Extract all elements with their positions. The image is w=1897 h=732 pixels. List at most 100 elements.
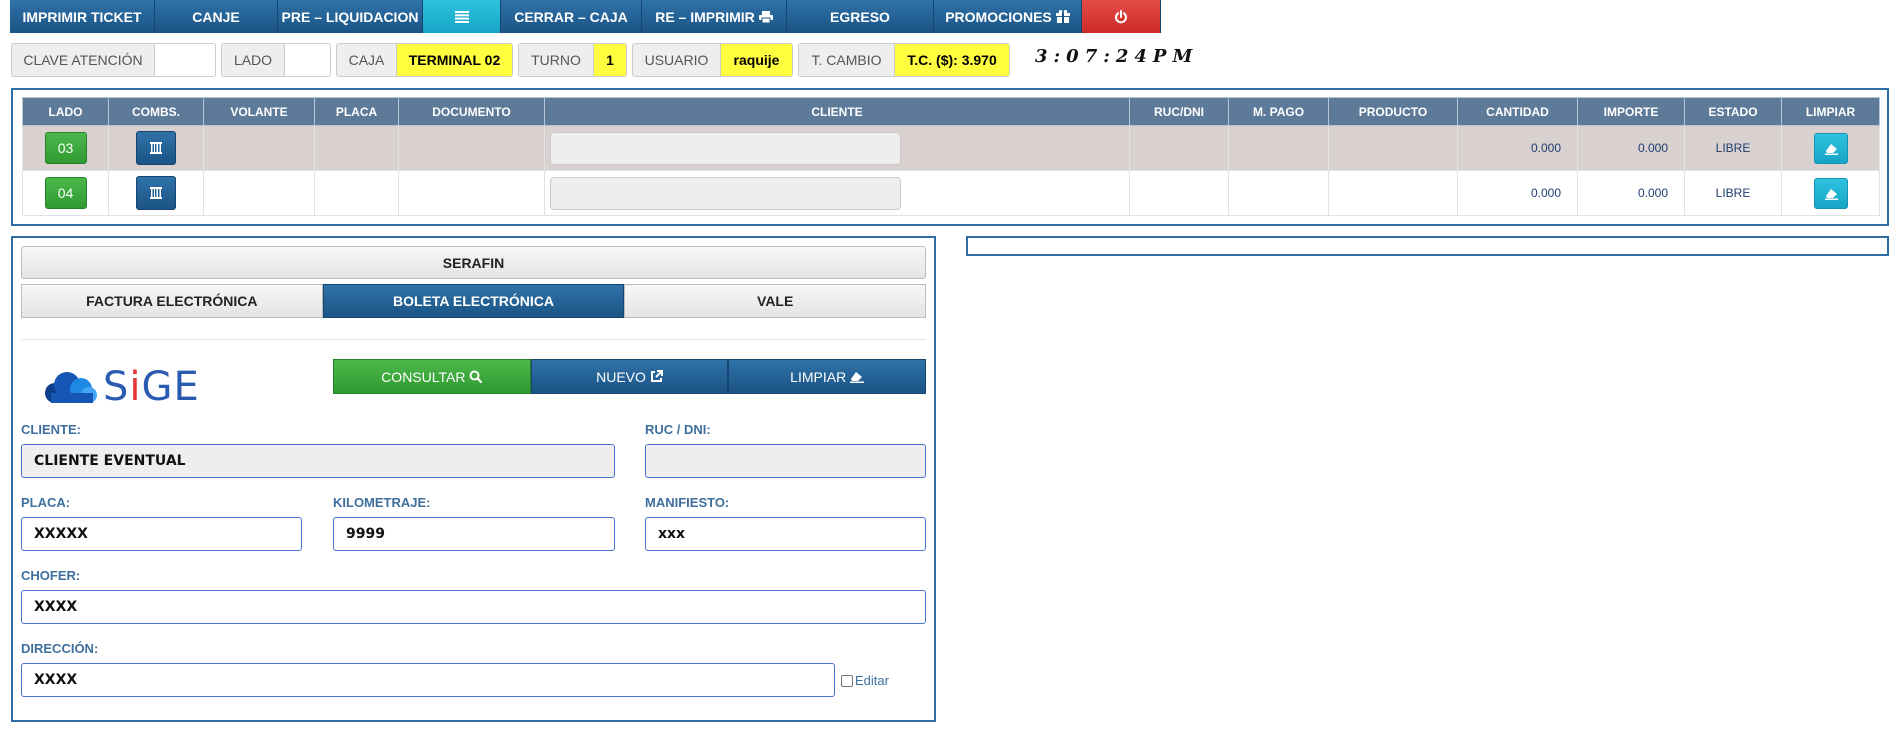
nuevo-button[interactable]: NUEVO bbox=[530, 359, 729, 394]
limpiar-button[interactable]: LIMPIAR bbox=[728, 359, 927, 394]
pumps-header-row: LADO COMBS. VOLANTE PLACA DOCUMENTO CLIE… bbox=[22, 97, 1880, 126]
sale-form-panel: SERAFIN FACTURA ELECTRÓNICA BOLETA ELECT… bbox=[11, 236, 936, 722]
top-menu: IMPRIMIR TICKET CANJE PRE – LIQUIDACION … bbox=[10, 0, 1161, 33]
cerrar-caja-button[interactable]: CERRAR – CAJA bbox=[501, 0, 642, 33]
caja-group: CAJA TERMINAL 02 bbox=[336, 43, 513, 77]
placa-cell bbox=[314, 125, 399, 171]
manifiesto-label: MANIFIESTO: bbox=[645, 495, 730, 510]
pre-liquidacion-button[interactable]: PRE – LIQUIDACION bbox=[278, 0, 423, 33]
tab-factura-electronica[interactable]: FACTURA ELECTRÓNICA bbox=[21, 284, 323, 318]
producto-cell bbox=[1328, 125, 1458, 171]
lado-03-button[interactable]: 03 bbox=[44, 132, 87, 164]
cloud-logo-icon bbox=[45, 372, 97, 403]
turno-value: 1 bbox=[594, 44, 626, 76]
col-combs: COMBS. bbox=[108, 97, 204, 126]
power-button[interactable] bbox=[1082, 0, 1161, 33]
volante-cell bbox=[203, 125, 315, 171]
direccion-field[interactable]: XXXX bbox=[21, 663, 835, 697]
col-estado: ESTADO bbox=[1684, 97, 1782, 126]
sige-logo: SiGE bbox=[41, 364, 200, 410]
pumps-panel: LADO COMBS. VOLANTE PLACA DOCUMENTO CLIE… bbox=[11, 88, 1889, 226]
clave-atencion-group: CLAVE ATENCIÓN bbox=[11, 43, 216, 77]
usuario-value: raquije bbox=[721, 44, 792, 76]
m-pago-cell bbox=[1228, 125, 1329, 171]
chofer-field[interactable]: XXXX bbox=[21, 590, 926, 624]
manifiesto-field[interactable]: xxx bbox=[645, 517, 926, 551]
clave-atencion-input[interactable] bbox=[155, 44, 215, 76]
usuario-group: USUARIO raquije bbox=[632, 43, 793, 77]
producto-cell bbox=[1328, 170, 1458, 216]
cliente-field[interactable]: CLIENTE EVENTUAL bbox=[21, 444, 615, 478]
turno-label: TURNO bbox=[519, 44, 594, 76]
cliente-label: CLIENTE: bbox=[21, 422, 81, 437]
col-ruc-dni: RUC/DNI bbox=[1129, 97, 1229, 126]
lado-04-button[interactable]: 04 bbox=[44, 177, 87, 209]
power-icon bbox=[1115, 9, 1127, 23]
direccion-label: DIRECCIÓN: bbox=[21, 641, 99, 656]
divider bbox=[21, 339, 926, 340]
col-volante: VOLANTE bbox=[203, 97, 315, 126]
kilometraje-label: KILOMETRAJE: bbox=[333, 495, 431, 510]
table-row: 04 0.000 0.000 LIBRE bbox=[22, 170, 1880, 216]
pumps-table: LADO COMBS. VOLANTE PLACA DOCUMENTO CLIE… bbox=[22, 97, 1880, 216]
col-placa: PLACA bbox=[314, 97, 399, 126]
combustible-button[interactable] bbox=[136, 131, 176, 165]
col-limpiar: LIMPIAR bbox=[1781, 97, 1880, 126]
editar-label: Editar bbox=[855, 673, 889, 688]
clock: 3:07:24PM bbox=[1035, 46, 1199, 67]
limpiar-row-button[interactable] bbox=[1813, 132, 1848, 164]
ruc-dni-field[interactable] bbox=[645, 444, 926, 478]
limpiar-row-button[interactable] bbox=[1813, 177, 1848, 209]
lado-label: LADO bbox=[222, 44, 285, 76]
external-link-icon bbox=[650, 370, 663, 382]
placa-field[interactable]: XXXXX bbox=[21, 517, 302, 551]
logo-text: SiGE bbox=[103, 364, 200, 410]
m-pago-cell bbox=[1228, 170, 1329, 216]
canje-button[interactable]: CANJE bbox=[155, 0, 278, 33]
tipo-cambio-group: T. CAMBIO T.C. ($): 3.970 bbox=[798, 43, 1010, 77]
col-cantidad: CANTIDAD bbox=[1457, 97, 1578, 126]
col-documento: DOCUMENTO bbox=[398, 97, 545, 126]
estado-cell: LIBRE bbox=[1684, 125, 1782, 171]
lado-input[interactable] bbox=[285, 44, 330, 76]
side-panel bbox=[966, 236, 1889, 256]
tab-vale[interactable]: VALE bbox=[624, 284, 927, 318]
col-importe: IMPORTE bbox=[1577, 97, 1685, 126]
combustible-button[interactable] bbox=[136, 176, 176, 210]
col-cliente: CLIENTE bbox=[544, 97, 1130, 126]
importe-cell: 0.000 bbox=[1577, 125, 1685, 171]
re-imprimir-button[interactable]: RE – IMPRIMIR bbox=[642, 0, 787, 33]
tab-boleta-electronica[interactable]: BOLETA ELECTRÓNICA bbox=[322, 284, 625, 318]
volante-cell bbox=[203, 170, 315, 216]
col-lado: LADO bbox=[22, 97, 109, 126]
consultar-button[interactable]: CONSULTAR bbox=[333, 359, 531, 394]
documento-cell bbox=[398, 170, 545, 216]
cliente-input[interactable] bbox=[550, 176, 901, 210]
editar-checkbox[interactable] bbox=[841, 674, 853, 687]
list-icon bbox=[454, 10, 469, 23]
cantidad-cell: 0.000 bbox=[1457, 125, 1578, 171]
promociones-button[interactable]: PROMOCIONES bbox=[934, 0, 1082, 33]
chofer-label: CHOFER: bbox=[21, 568, 81, 583]
gift-icon bbox=[1055, 10, 1070, 23]
list-menu-button[interactable] bbox=[423, 0, 501, 33]
usuario-label: USUARIO bbox=[633, 44, 721, 76]
imprimir-ticket-button[interactable]: IMPRIMIR TICKET bbox=[10, 0, 155, 33]
eraser-icon bbox=[1824, 143, 1838, 155]
clave-atencion-label: CLAVE ATENCIÓN bbox=[12, 44, 155, 76]
print-icon bbox=[758, 10, 773, 23]
egreso-button[interactable]: EGRESO bbox=[787, 0, 934, 33]
importe-cell: 0.000 bbox=[1577, 170, 1685, 216]
barcode-icon bbox=[150, 187, 162, 199]
caja-label: CAJA bbox=[337, 44, 397, 76]
eraser-icon bbox=[850, 371, 865, 383]
search-icon bbox=[469, 370, 483, 383]
estado-cell: LIBRE bbox=[1684, 170, 1782, 216]
editar-checkbox-group[interactable]: Editar bbox=[841, 673, 889, 688]
barcode-icon bbox=[150, 142, 162, 154]
kilometraje-field[interactable]: 9999 bbox=[333, 517, 615, 551]
ruc-cell bbox=[1129, 170, 1229, 216]
form-title: SERAFIN bbox=[21, 246, 926, 279]
col-m-pago: M. PAGO bbox=[1228, 97, 1329, 126]
cliente-input[interactable] bbox=[550, 131, 901, 165]
